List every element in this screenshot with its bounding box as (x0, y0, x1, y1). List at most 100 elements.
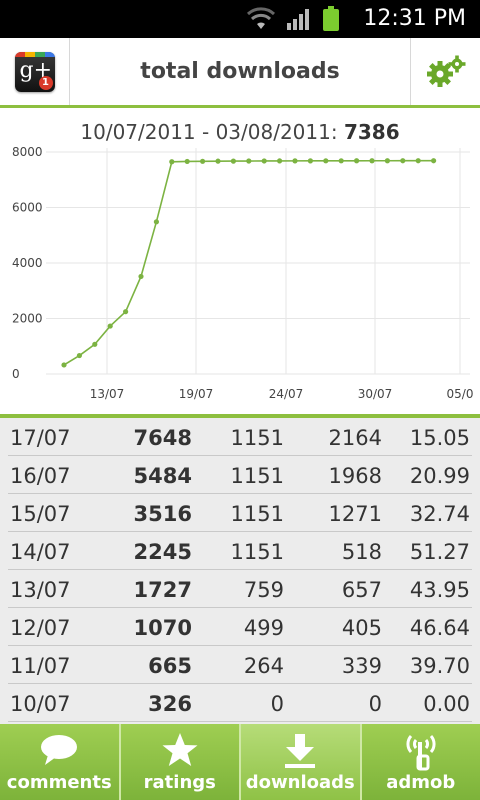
y-tick-label: 2000 (12, 312, 43, 326)
data-point (200, 158, 206, 164)
signal-icon (287, 9, 309, 30)
table-row: 12/07 1070 499 405 46.64 (8, 608, 472, 646)
data-point (292, 158, 298, 164)
data-point (107, 323, 113, 329)
table-row: 15/07 3516 1151 1271 32.74 (8, 494, 472, 532)
clock: 12:31 PM (363, 6, 466, 31)
row-total: 5484 (133, 464, 192, 488)
row-value-c: 46.64 (409, 616, 470, 640)
row-value-b: 0 (368, 692, 382, 716)
data-point (61, 362, 67, 368)
downloads-table: 17/07 7648 1151 2164 15.05 16/07 5484 11… (0, 418, 480, 724)
x-tick-label: 05/0 (447, 387, 474, 401)
downloads-chart: 0 2000 4000 6000 8000 13/07 19/07 24/07 30/07 05/… (0, 108, 480, 414)
google-plus-badge: 1 (38, 75, 53, 90)
gears-icon (426, 55, 465, 87)
row-date: 15/07 (10, 502, 71, 526)
row-value-b: 339 (341, 654, 382, 678)
wifi-icon (246, 7, 276, 29)
data-point (261, 158, 267, 164)
row-total: 326 (148, 692, 192, 716)
data-point (215, 158, 221, 164)
data-point (76, 352, 82, 359)
data-point (230, 158, 236, 164)
google-plus-button[interactable]: g+ 1 (0, 38, 70, 105)
tab-ratings[interactable]: ratings (121, 724, 241, 800)
data-point (431, 158, 437, 164)
data-point (277, 158, 283, 164)
x-tick-label: 24/07 (269, 387, 304, 401)
row-value-a: 499 (243, 616, 284, 640)
row-date: 13/07 (10, 578, 71, 602)
row-date: 11/07 (10, 654, 71, 678)
row-value-c: 15.05 (409, 426, 470, 450)
table-row: 11/07 665 264 339 39.70 (8, 646, 472, 684)
data-point (169, 159, 175, 165)
data-point (400, 158, 406, 164)
row-value-b: 405 (341, 616, 382, 640)
data-point (307, 158, 313, 164)
y-tick-label: 4000 (12, 256, 43, 270)
chart-svg: 0 2000 4000 6000 8000 13/07 19/07 24/07 30/07 05/… (12, 145, 474, 401)
speech-bubble-icon (41, 735, 78, 765)
data-point (369, 158, 375, 164)
row-date: 17/07 (10, 426, 71, 450)
bottom-nav: comments ratings downloads admob (0, 724, 480, 800)
row-date: 12/07 (10, 616, 71, 640)
tab-downloads[interactable]: downloads (241, 724, 362, 800)
antenna-icon (406, 735, 436, 771)
row-value-a: 1151 (230, 464, 284, 488)
row-value-c: 43.95 (409, 578, 470, 602)
y-tick-label: 6000 (12, 201, 43, 215)
data-point (123, 309, 129, 315)
chart-total: 7386 (343, 120, 400, 144)
row-value-c: 32.74 (409, 502, 470, 526)
row-total: 7648 (133, 426, 192, 450)
table-row: 13/07 1727 759 657 43.95 (8, 570, 472, 608)
row-date: 14/07 (10, 540, 71, 564)
data-point (153, 219, 159, 225)
row-value-a: 1151 (230, 502, 284, 526)
tab-admob-label: admob (386, 772, 456, 793)
page-title: total downloads (140, 59, 340, 84)
tab-admob[interactable]: admob (362, 724, 480, 800)
data-point (338, 158, 344, 164)
row-date: 16/07 (10, 464, 71, 488)
row-value-a: 1151 (230, 426, 284, 450)
chart-date-range: 10/07/2011 - 03/08/2011: (80, 120, 344, 144)
row-value-b: 1968 (328, 464, 382, 488)
row-total: 2245 (133, 540, 192, 564)
x-tick-label: 13/07 (90, 387, 125, 401)
row-total: 1727 (133, 578, 192, 602)
data-point (415, 158, 421, 164)
table-row: 10/07 326 0 0 0.00 (8, 684, 472, 722)
table-row: 17/07 7648 1151 2164 15.05 (8, 418, 472, 456)
row-value-c: 0.00 (423, 692, 470, 716)
app-header: g+ 1 total downloads (0, 38, 480, 108)
row-value-a: 1151 (230, 540, 284, 564)
row-value-b: 657 (341, 578, 382, 602)
table-row: 16/07 5484 1151 1968 20.99 (8, 456, 472, 494)
google-plus-icon: g+ 1 (14, 51, 55, 92)
data-point (92, 341, 98, 347)
row-value-a: 0 (270, 692, 284, 716)
row-value-b: 2164 (328, 426, 382, 450)
tab-comments-label: comments (6, 772, 112, 793)
data-point (384, 158, 390, 164)
row-total: 3516 (133, 502, 192, 526)
tab-downloads-label: downloads (245, 772, 355, 793)
data-point (246, 158, 252, 164)
tab-comments[interactable]: comments (0, 724, 121, 800)
settings-button[interactable] (410, 38, 480, 105)
row-value-b: 1271 (328, 502, 382, 526)
row-value-a: 759 (243, 578, 284, 602)
row-value-c: 51.27 (409, 540, 470, 564)
row-value-c: 20.99 (409, 464, 470, 488)
chart-heading: 10/07/2011 - 03/08/2011: 7386 (0, 120, 480, 144)
battery-icon (323, 6, 339, 31)
status-icons (246, 6, 340, 32)
x-tick-label: 30/07 (358, 387, 393, 401)
row-date: 10/07 (10, 692, 71, 716)
download-arrow-icon (285, 734, 316, 768)
row-total: 1070 (133, 616, 192, 640)
